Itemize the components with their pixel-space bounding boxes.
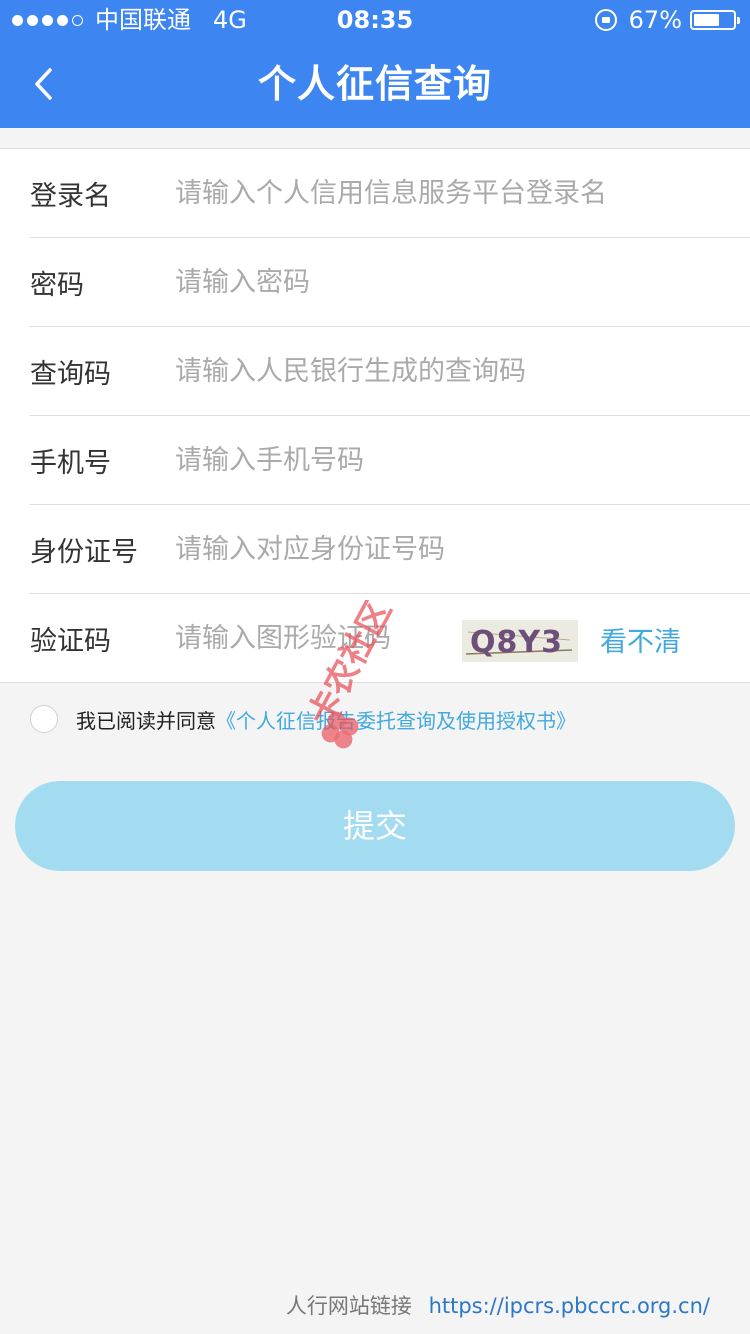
- captcha-graphic: Q8Y3: [465, 625, 573, 660]
- query-code-input[interactable]: [175, 355, 695, 387]
- login-name-input[interactable]: [175, 177, 695, 209]
- form-row-phone: 手机号: [30, 416, 750, 505]
- nav-bar: 个人征信查询: [0, 40, 750, 128]
- phone-input[interactable]: [175, 444, 695, 476]
- captcha-image[interactable]: Q8Y3: [462, 620, 578, 662]
- captcha-refresh-link[interactable]: 看不清: [600, 594, 681, 682]
- captcha-label: 验证码: [30, 625, 111, 657]
- password-label: 密码: [30, 269, 84, 301]
- battery-fill: [694, 14, 720, 26]
- id-number-input[interactable]: [175, 533, 695, 565]
- query-form: 登录名 密码 查询码 手机号 身份证号 验证码 Q8Y3 看不清: [0, 148, 750, 683]
- query-code-label: 查询码: [30, 358, 111, 390]
- form-row-id-number: 身份证号: [30, 505, 750, 594]
- captcha-input[interactable]: [175, 622, 445, 654]
- phone-label: 手机号: [30, 447, 111, 479]
- form-row-password: 密码: [30, 238, 750, 327]
- footer-label: 人行网站链接: [285, 1294, 412, 1318]
- status-bar: 中国联通 4G 08:35 67%: [0, 0, 750, 40]
- form-row-captcha: 验证码 Q8Y3 看不清: [30, 594, 750, 682]
- rotation-lock-icon: [594, 9, 617, 31]
- agreement-checkbox[interactable]: [30, 705, 58, 733]
- submit-button[interactable]: 提交: [15, 781, 735, 871]
- agreement-text: 我已阅读并同意: [76, 708, 216, 733]
- login-name-label: 登录名: [30, 180, 111, 212]
- battery-icon: [690, 10, 740, 30]
- agreement-row: 我已阅读并同意 《个人征信报告委托查询及使用授权书》: [30, 704, 576, 734]
- form-row-login-name: 登录名: [30, 149, 750, 238]
- password-input[interactable]: [175, 266, 695, 298]
- footer: 人行网站链接 https://ipcrs.pbccrc.org.cn/: [286, 1290, 710, 1320]
- page-title: 个人征信查询: [257, 62, 492, 106]
- agreement-link[interactable]: 《个人征信报告委托查询及使用授权书》: [216, 705, 576, 734]
- form-row-query-code: 查询码: [30, 327, 750, 416]
- captcha-text: Q8Y3: [470, 625, 563, 660]
- id-number-label: 身份证号: [30, 536, 138, 568]
- battery-percent: 67%: [628, 6, 682, 34]
- status-bar-right: 67%: [594, 0, 740, 40]
- footer-link[interactable]: https://ipcrs.pbccrc.org.cn/: [429, 1294, 710, 1318]
